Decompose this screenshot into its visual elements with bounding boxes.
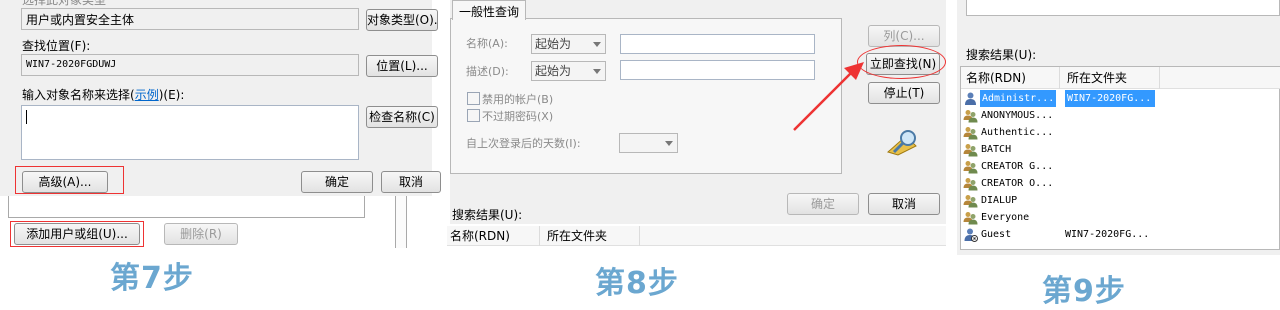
locations-button[interactable]: 位置(L)... <box>366 55 438 77</box>
tab-general-query-label: 一般性查询 <box>459 5 520 19</box>
examples-link[interactable]: 示例 <box>135 88 159 102</box>
results-list[interactable]: 名称(RDN) 所在文件夹 <box>447 224 946 248</box>
user-icon <box>963 91 978 106</box>
disabled-accounts-checkbox[interactable] <box>467 92 480 105</box>
group-icon <box>963 176 978 191</box>
group-icon <box>963 125 978 140</box>
column-divider <box>539 226 540 246</box>
row-name: BATCH <box>981 144 1012 155</box>
group-icon <box>963 159 978 174</box>
non-expiring-password-checkbox[interactable] <box>467 109 480 122</box>
column-divider <box>639 226 640 246</box>
search-results-label: 搜索结果(U): <box>452 208 523 222</box>
user-disabled-icon <box>963 227 978 242</box>
enter-names-suffix: )(E): <box>158 88 185 102</box>
cancel-button[interactable]: 取消 <box>868 193 940 215</box>
remove-button[interactable]: 删除(R) <box>164 223 238 245</box>
object-type-field: 用户或内置安全主体 <box>21 8 359 30</box>
ok-button[interactable]: 确定 <box>787 193 859 215</box>
cancel-button[interactable]: 取消 <box>381 171 441 193</box>
group-icon <box>963 142 978 157</box>
background-frame-edge <box>395 196 407 248</box>
add-user-highlight <box>10 221 144 247</box>
stop-button[interactable]: 停止(T) <box>868 82 940 104</box>
object-type-label: 选择此对象类型 <box>22 0 107 7</box>
location-value: WIN7-2020FGDUWJ <box>26 59 117 70</box>
name-label: 名称(A): <box>466 37 508 50</box>
table-row[interactable]: CREATOR O... <box>963 175 1263 192</box>
advanced-highlight <box>15 166 124 194</box>
column-name-header[interactable]: 名称(RDN) <box>966 69 1026 87</box>
ok-button[interactable]: 确定 <box>301 171 373 193</box>
days-since-logon-label: 自上次登录后的天数(I): <box>466 137 581 150</box>
column-name-header[interactable]: 名称(RDN) <box>450 227 510 245</box>
days-since-logon-select[interactable] <box>619 133 678 153</box>
row-name: CREATOR G... <box>981 161 1054 172</box>
row-name: ANONYMOUS... <box>981 110 1054 121</box>
arrow-annotation <box>793 62 864 131</box>
text-cursor <box>26 110 27 124</box>
find-now-highlight <box>857 45 946 79</box>
enter-names-label: 输入对象名称来选择(示例)(E): <box>22 86 184 103</box>
row-name: Administr... <box>980 90 1057 107</box>
description-condition-select[interactable]: 起始为 <box>531 61 606 81</box>
table-row[interactable]: BATCH <box>963 141 1263 158</box>
chevron-down-icon <box>593 69 601 74</box>
table-row[interactable]: Everyone <box>963 209 1263 226</box>
row-name: Everyone <box>981 212 1030 223</box>
location-field: WIN7-2020FGDUWJ <box>21 54 359 76</box>
table-row[interactable]: Authentic... <box>963 124 1263 141</box>
table-row[interactable]: ANONYMOUS... <box>963 107 1263 124</box>
step-9-label: 第9步 <box>1042 274 1126 309</box>
results-header: 名称(RDN) 所在文件夹 <box>447 226 946 246</box>
columns-button[interactable]: 列(C)... <box>868 25 940 47</box>
results-header: 名称(RDN) 所在文件夹 <box>961 67 1280 89</box>
name-condition-value: 起始为 <box>535 37 572 51</box>
object-names-input[interactable] <box>21 105 359 160</box>
column-divider <box>1059 67 1060 89</box>
column-folder-header[interactable]: 所在文件夹 <box>547 227 607 245</box>
column-folder-header[interactable]: 所在文件夹 <box>1067 69 1127 87</box>
row-name: Guest <box>981 229 1012 240</box>
row-name: Authentic... <box>981 127 1054 138</box>
step-8-label: 第8步 <box>595 266 679 301</box>
non-expiring-password-label: 不过期密码(X) <box>482 110 554 123</box>
group-icon <box>963 210 978 225</box>
name-condition-select[interactable]: 起始为 <box>531 34 606 54</box>
object-types-button[interactable]: 对象类型(O)... <box>366 9 438 31</box>
permissions-list-bottom <box>8 196 365 218</box>
search-results-label: 搜索结果(U): <box>966 48 1037 62</box>
table-row[interactable]: DIALUP <box>963 192 1263 209</box>
column-divider <box>1159 67 1160 89</box>
row-folder: WIN7-2020FG... <box>1065 229 1150 240</box>
group-icon <box>963 108 978 123</box>
disabled-accounts-label: 禁用的帐户(B) <box>482 93 554 106</box>
step-7-label: 第7步 <box>110 261 194 296</box>
row-name: DIALUP <box>981 195 1018 206</box>
description-condition-value: 起始为 <box>535 64 572 78</box>
row-name: CREATOR O... <box>981 178 1054 189</box>
table-row[interactable]: Guest WIN7-2020FG... <box>963 226 1263 243</box>
tab-general-query[interactable]: 一般性查询 <box>452 0 526 20</box>
chevron-down-icon <box>593 42 601 47</box>
group-icon <box>963 193 978 208</box>
row-folder: WIN7-2020FG... <box>1065 90 1156 107</box>
query-area-bottom <box>966 0 1280 16</box>
table-row[interactable]: Administr... WIN7-2020FG... <box>963 90 1263 107</box>
enter-names-text: 输入对象名称来选择( <box>22 88 135 102</box>
table-row[interactable]: CREATOR G... <box>963 158 1263 175</box>
check-names-button[interactable]: 检查名称(C) <box>366 106 438 128</box>
chevron-down-icon <box>665 141 673 146</box>
search-flashlight-icon <box>886 130 917 156</box>
location-label: 查找位置(F): <box>22 39 91 53</box>
object-type-value: 用户或内置安全主体 <box>26 13 135 27</box>
description-label: 描述(D): <box>466 65 509 78</box>
